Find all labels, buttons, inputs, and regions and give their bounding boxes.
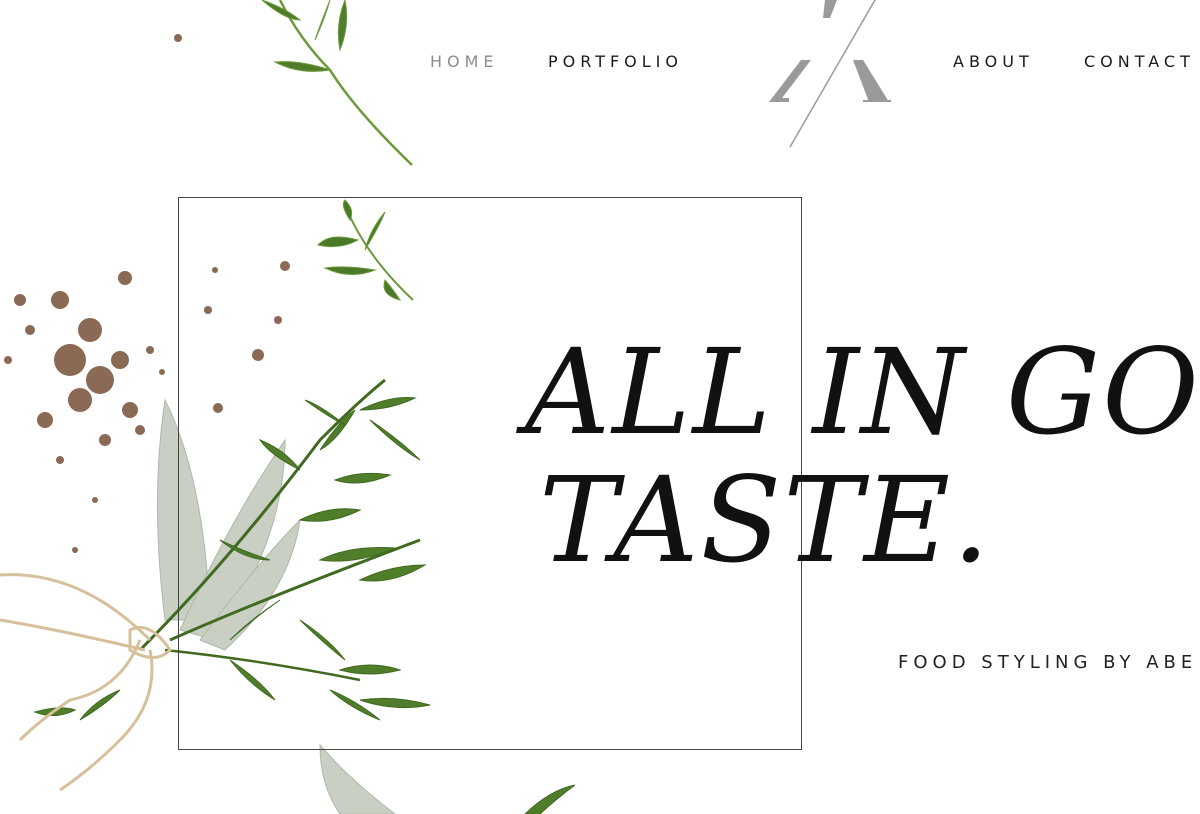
top-herb-sprig (261, 0, 413, 166)
nav-portfolio-link[interactable]: PORTFOLIO (548, 52, 683, 71)
hero-headline: ALL IN GO TASTE. (525, 328, 1200, 584)
nav-contact-link[interactable]: CONTACT (1084, 52, 1195, 71)
hero-tagline: FOOD STYLING BY ABE (898, 652, 1198, 673)
logo-icon[interactable] (765, 0, 895, 150)
nav-home-link[interactable]: HOME (430, 52, 499, 71)
headline-line-2: TASTE. (539, 451, 992, 589)
nav-about-link[interactable]: ABOUT (953, 52, 1034, 71)
headline-line-1: ALL IN GO (525, 323, 1200, 461)
twine (0, 573, 172, 792)
